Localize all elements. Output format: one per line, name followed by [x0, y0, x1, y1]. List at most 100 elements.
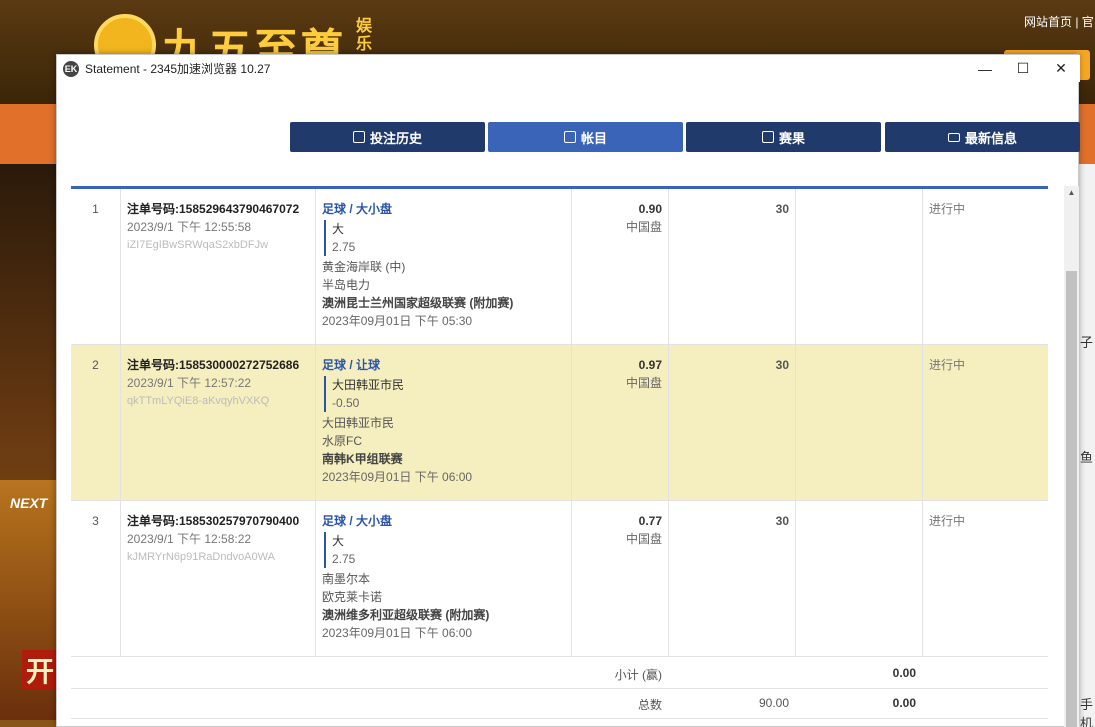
background-top-links[interactable]: 网站首页 | 官: [1024, 13, 1094, 30]
statement-window: EK Statement - 2345加速浏览器 10.27 — ☐ ✕ 投注历…: [56, 54, 1080, 727]
stake-value: 30: [775, 514, 789, 528]
order-number: 注单号码:158529643790467072: [127, 202, 300, 216]
odds-cell: 0.97 中国盘: [571, 345, 668, 500]
odds-type: 中国盘: [625, 376, 662, 390]
close-icon[interactable]: ✕: [1042, 55, 1080, 82]
odds-type: 中国盘: [625, 532, 662, 546]
sport-market: 足球 / 大小盘: [322, 514, 393, 528]
league-name: 南韩K甲组联赛: [322, 452, 403, 466]
kickoff-time: 2023年09月01日 下午 06:00: [322, 470, 473, 484]
total-label: 总数: [637, 698, 662, 712]
pick-block: 大田韩亚市民 -0.50: [324, 376, 571, 412]
pick-block: 大 2.75: [324, 220, 571, 256]
kickoff-time: 2023年09月01日 下午 05:30: [322, 314, 473, 328]
table-row[interactable]: 3 注单号码:158530257970790400 2023/9/1 下午 12…: [71, 501, 1048, 657]
table-row[interactable]: 1 注单号码:158529643790467072 2023/9/1 下午 12…: [71, 189, 1048, 345]
order-id: iZI7EgIBwSRWqaS2xbDFJw: [127, 239, 269, 251]
background-right-panel: [1079, 164, 1095, 727]
scrollbar-thumb[interactable]: [1066, 271, 1077, 727]
order-id: kJMRYrN6p91RaDndvoA0WA: [127, 551, 275, 563]
row-number: 3: [92, 514, 99, 528]
home-team: 南墨尔本: [322, 572, 371, 586]
odds-value: 0.90: [638, 202, 662, 216]
league-name: 澳洲维多利亚超级联赛 (附加赛): [322, 608, 490, 622]
scroll-up-icon[interactable]: ▲: [1064, 186, 1079, 200]
table-row[interactable]: 2 注单号码:158530000272752686 2023/9/1 下午 12…: [71, 345, 1048, 501]
clipboard-icon: [352, 131, 365, 143]
tab-label: 最新信息: [964, 130, 1017, 146]
receipt-icon: [563, 131, 576, 143]
background-next-badge: NEXT: [10, 495, 48, 511]
odds-value: 0.97: [638, 358, 662, 372]
tab-label: 帐目: [580, 130, 607, 146]
status-cell: 进行中: [922, 501, 1048, 656]
pick-handicap: 2.75: [332, 552, 356, 566]
stake-cell: 30: [668, 345, 795, 500]
row-number: 2: [92, 358, 99, 372]
total-win: 0.00: [892, 696, 916, 710]
odds-value: 0.77: [638, 514, 662, 528]
tab-label: 投注历史: [369, 130, 422, 146]
stake-cell: 30: [668, 501, 795, 656]
pick-handicap: -0.50: [332, 396, 360, 410]
away-team: 水原FC: [322, 434, 362, 448]
selection-cell: 足球 / 大小盘 大 2.75 南墨尔本 欧克莱卡诺 澳洲维多利亚超级联赛 (附…: [315, 501, 571, 656]
pick-block: 大 2.75: [324, 532, 571, 568]
total-stake: 90.00: [758, 696, 789, 710]
status-cell: 进行中: [922, 345, 1048, 500]
order-date: 2023/9/1 下午 12:55:58: [127, 220, 252, 234]
tab-statement[interactable]: 帐目: [488, 122, 683, 152]
window-title: Statement - 2345加速浏览器 10.27: [85, 62, 271, 76]
order-date: 2023/9/1 下午 12:57:22: [127, 376, 252, 390]
pick-handicap: 2.75: [332, 240, 356, 254]
subtotal-win: 0.00: [892, 666, 916, 680]
home-team: 黄金海岸联 (中): [322, 260, 406, 274]
subtotal-row: 小计 (赢) 0.00: [71, 658, 1048, 688]
pick-selection: 大: [332, 534, 345, 548]
order-cell: 注单号码:158530257970790400 2023/9/1 下午 12:5…: [120, 501, 315, 656]
envelope-icon: [947, 132, 960, 142]
sport-market: 足球 / 让球: [322, 358, 381, 372]
winloss-cell: [795, 501, 922, 656]
order-cell: 注单号码:158530000272752686 2023/9/1 下午 12:5…: [120, 345, 315, 500]
background-logo-small: 娱乐: [356, 18, 373, 53]
away-team: 欧克莱卡诺: [322, 590, 383, 604]
order-number: 注单号码:158530257970790400: [127, 514, 300, 528]
maximize-icon[interactable]: ☐: [1004, 55, 1042, 82]
odds-cell: 0.90 中国盘: [571, 189, 668, 344]
background-right-text: 鱼: [1080, 450, 1094, 465]
summary-divider: [71, 718, 1048, 719]
winloss-cell: [795, 345, 922, 500]
total-row: 总数 90.00 0.00: [71, 688, 1048, 718]
results-icon: [761, 131, 774, 143]
odds-type: 中国盘: [625, 220, 662, 234]
league-name: 澳洲昆士兰州国家超级联赛 (附加赛): [322, 296, 514, 310]
odds-cell: 0.77 中国盘: [571, 501, 668, 656]
home-team: 大田韩亚市民: [322, 416, 395, 430]
background-banner-text: 开: [22, 650, 59, 690]
tab-results[interactable]: 赛果: [686, 122, 881, 152]
title-bar[interactable]: EK Statement - 2345加速浏览器 10.27 — ☐ ✕: [57, 55, 1080, 82]
selection-cell: 足球 / 大小盘 大 2.75 黄金海岸联 (中) 半岛电力 澳洲昆士兰州国家超…: [315, 189, 571, 344]
away-team: 半岛电力: [322, 278, 371, 292]
order-date: 2023/9/1 下午 12:58:22: [127, 532, 252, 546]
pick-selection: 大: [332, 222, 345, 236]
minimize-icon[interactable]: —: [966, 55, 1004, 82]
stake-cell: 30: [668, 189, 795, 344]
stake-value: 30: [775, 202, 789, 216]
vertical-scrollbar[interactable]: ▲: [1064, 186, 1079, 727]
statement-table: 1 注单号码:158529643790467072 2023/9/1 下午 12…: [71, 186, 1048, 727]
kickoff-time: 2023年09月01日 下午 06:00: [322, 626, 473, 640]
background-right-text: 子: [1080, 335, 1094, 350]
tab-label: 赛果: [778, 130, 805, 146]
subtotal-label: 小计 (赢): [614, 668, 662, 682]
tab-bet-history[interactable]: 投注历史: [290, 122, 485, 152]
browser-app-icon: EK: [63, 60, 79, 77]
selection-cell: 足球 / 让球 大田韩亚市民 -0.50 大田韩亚市民 水原FC 南韩K甲组联赛…: [315, 345, 571, 500]
order-number: 注单号码:158530000272752686: [127, 358, 300, 372]
order-id: qkTTmLYQiE8-aKvqyhVXKQ: [127, 395, 270, 407]
winloss-cell: [795, 189, 922, 344]
background-right-text: 手机: [1080, 697, 1094, 727]
tab-news[interactable]: 最新信息: [885, 122, 1080, 152]
sport-market: 足球 / 大小盘: [322, 202, 393, 216]
